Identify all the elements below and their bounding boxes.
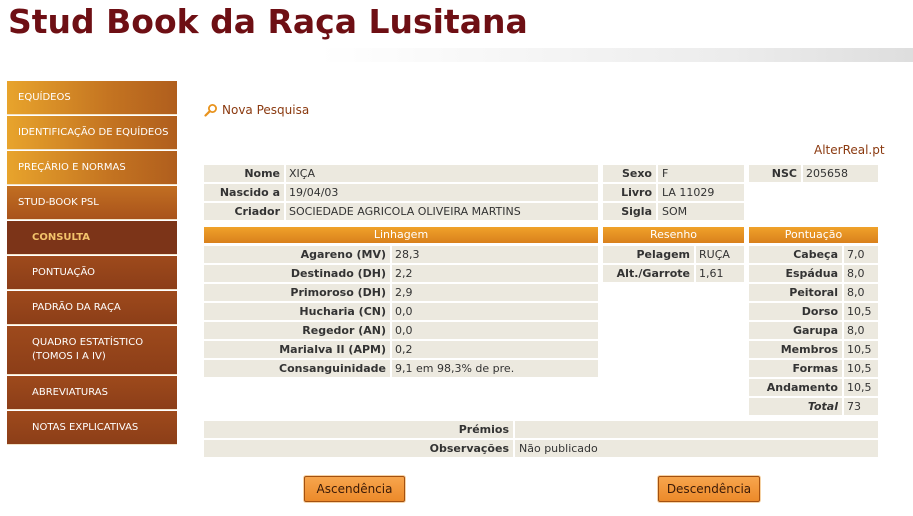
pontuacao-row-value: 7,0	[847, 248, 865, 261]
nav-item-abreviaturas[interactable]: ABREVIATURAS	[7, 376, 177, 410]
resenho-row-label: Pelagem	[636, 248, 690, 261]
linhagem-row-label: Regedor (AN)	[302, 324, 386, 337]
nav-item-stud-book-psl[interactable]: STUD-BOOK PSL	[7, 186, 177, 220]
pontuacao-row-label: Cabeça	[793, 248, 838, 261]
search-icon	[204, 104, 217, 117]
pontuacao-row-label: Peitoral	[789, 286, 838, 299]
linhagem-row-value: 28,3	[395, 248, 420, 261]
value-cell	[658, 165, 744, 182]
nav-item-pontuacao[interactable]: PONTUAÇÃO	[7, 256, 177, 290]
pontuacao-row-label: Andamento	[766, 381, 838, 394]
linhagem-row-value: 0,0	[395, 324, 413, 337]
nome-label: Nome	[244, 167, 280, 180]
linhagem-header: Linhagem	[204, 227, 598, 243]
nav-item-equideos[interactable]: EQUÍDEOS	[7, 81, 177, 115]
linhagem-row-value: 0,2	[395, 343, 413, 356]
new-search-label: Nova Pesquisa	[222, 103, 310, 117]
premios-label: Prémios	[458, 423, 509, 436]
pontuacao-row-label: Dorso	[801, 305, 838, 318]
criador-value: SOCIEDADE AGRICOLA OLIVEIRA MARTINS	[289, 205, 521, 218]
sexo-label: Sexo	[621, 167, 652, 180]
resenho-header: Resenho	[603, 227, 744, 243]
value-cell	[392, 341, 598, 358]
descendencia-button[interactable]: Descendência	[658, 476, 760, 502]
value-cell	[392, 265, 598, 282]
value-cell	[392, 322, 598, 339]
observacoes-value: Não publicado	[519, 442, 598, 455]
linhagem-row-label: Destinado (DH)	[290, 267, 386, 280]
pontuacao-header: Pontuação	[749, 227, 878, 243]
pontuacao-row-value: 10,5	[847, 305, 872, 318]
pontuacao-row-label: Formas	[792, 362, 838, 375]
linhagem-row-value: 0,0	[395, 305, 413, 318]
linhagem-row-label: Hucharia (CN)	[299, 305, 386, 318]
nav-item-notas-explicativas[interactable]: NOTAS EXPLICATIVAS	[7, 411, 177, 445]
linhagem-row-label: Marialva II (APM)	[279, 343, 386, 356]
nascido-value: 19/04/03	[289, 186, 339, 199]
value-cell	[392, 303, 598, 320]
value-cell	[392, 284, 598, 301]
value-cell	[515, 421, 878, 438]
resenho-row-label: Alt./Garrote	[616, 267, 690, 280]
linhagem-row-value: 2,9	[395, 286, 413, 299]
livro-label: Livro	[621, 186, 652, 199]
criador-label: Criador	[234, 205, 280, 218]
nav-item-consulta[interactable]: CONSULTA	[7, 221, 177, 255]
pontuacao-row-value: 8,0	[847, 267, 865, 280]
resenho-row-value: RUÇA	[699, 248, 730, 261]
nome-value: XIÇA	[289, 167, 315, 180]
nav-item-precario[interactable]: PREÇÁRIO E NORMAS	[7, 151, 177, 185]
linhagem-row-label: Consanguinidade	[279, 362, 386, 375]
pontuacao-row-label: Espádua	[785, 267, 839, 280]
linhagem-row-label: Agareno (MV)	[300, 248, 386, 261]
nav-item-quadro-estatistico[interactable]: QUADRO ESTATÍSTICO (TOMOS I A IV)	[7, 326, 177, 375]
sigla-value: SOM	[662, 205, 688, 218]
nascido-label: Nascido a	[219, 186, 280, 199]
nav-item-identificacao[interactable]: IDENTIFICAÇÃO DE EQUÍDEOS	[7, 116, 177, 150]
ascendencia-button[interactable]: Ascendência	[304, 476, 405, 502]
value-cell	[286, 165, 598, 182]
observacoes-label: Observações	[429, 442, 509, 455]
pontuacao-row-value: 10,5	[847, 362, 872, 375]
sigla-label: Sigla	[621, 205, 652, 218]
pontuacao-row-label: Total	[807, 400, 838, 413]
pontuacao-row-value: 10,5	[847, 381, 872, 394]
alterreal-link[interactable]: AlterReal.pt	[814, 143, 885, 157]
linhagem-row-value: 9,1 em 98,3% de pre.	[395, 362, 515, 375]
livro-value: LA 11029	[662, 186, 715, 199]
pontuacao-row-label: Membros	[780, 343, 838, 356]
site-title: Stud Book da Raça Lusitana	[8, 2, 528, 41]
sidebar-nav: EQUÍDEOS IDENTIFICAÇÃO DE EQUÍDEOS PREÇÁ…	[7, 81, 177, 446]
nav-item-padrao-da-raca[interactable]: PADRÃO DA RAÇA	[7, 291, 177, 325]
nsc-label: NSC	[771, 167, 797, 180]
linhagem-row-value: 2,2	[395, 267, 413, 280]
value-cell	[392, 246, 598, 263]
pontuacao-row-label: Garupa	[792, 324, 838, 337]
linhagem-row-label: Primoroso (DH)	[290, 286, 386, 299]
pontuacao-row-value: 8,0	[847, 286, 865, 299]
nsc-value: 205658	[806, 167, 848, 180]
new-search-link[interactable]: Nova Pesquisa	[204, 103, 309, 117]
title-underline-shade	[0, 48, 913, 62]
pontuacao-row-value: 8,0	[847, 324, 865, 337]
pontuacao-row-value: 73	[847, 400, 861, 413]
pontuacao-row-value: 10,5	[847, 343, 872, 356]
resenho-row-value: 1,61	[699, 267, 724, 280]
sexo-value: F	[662, 167, 669, 180]
